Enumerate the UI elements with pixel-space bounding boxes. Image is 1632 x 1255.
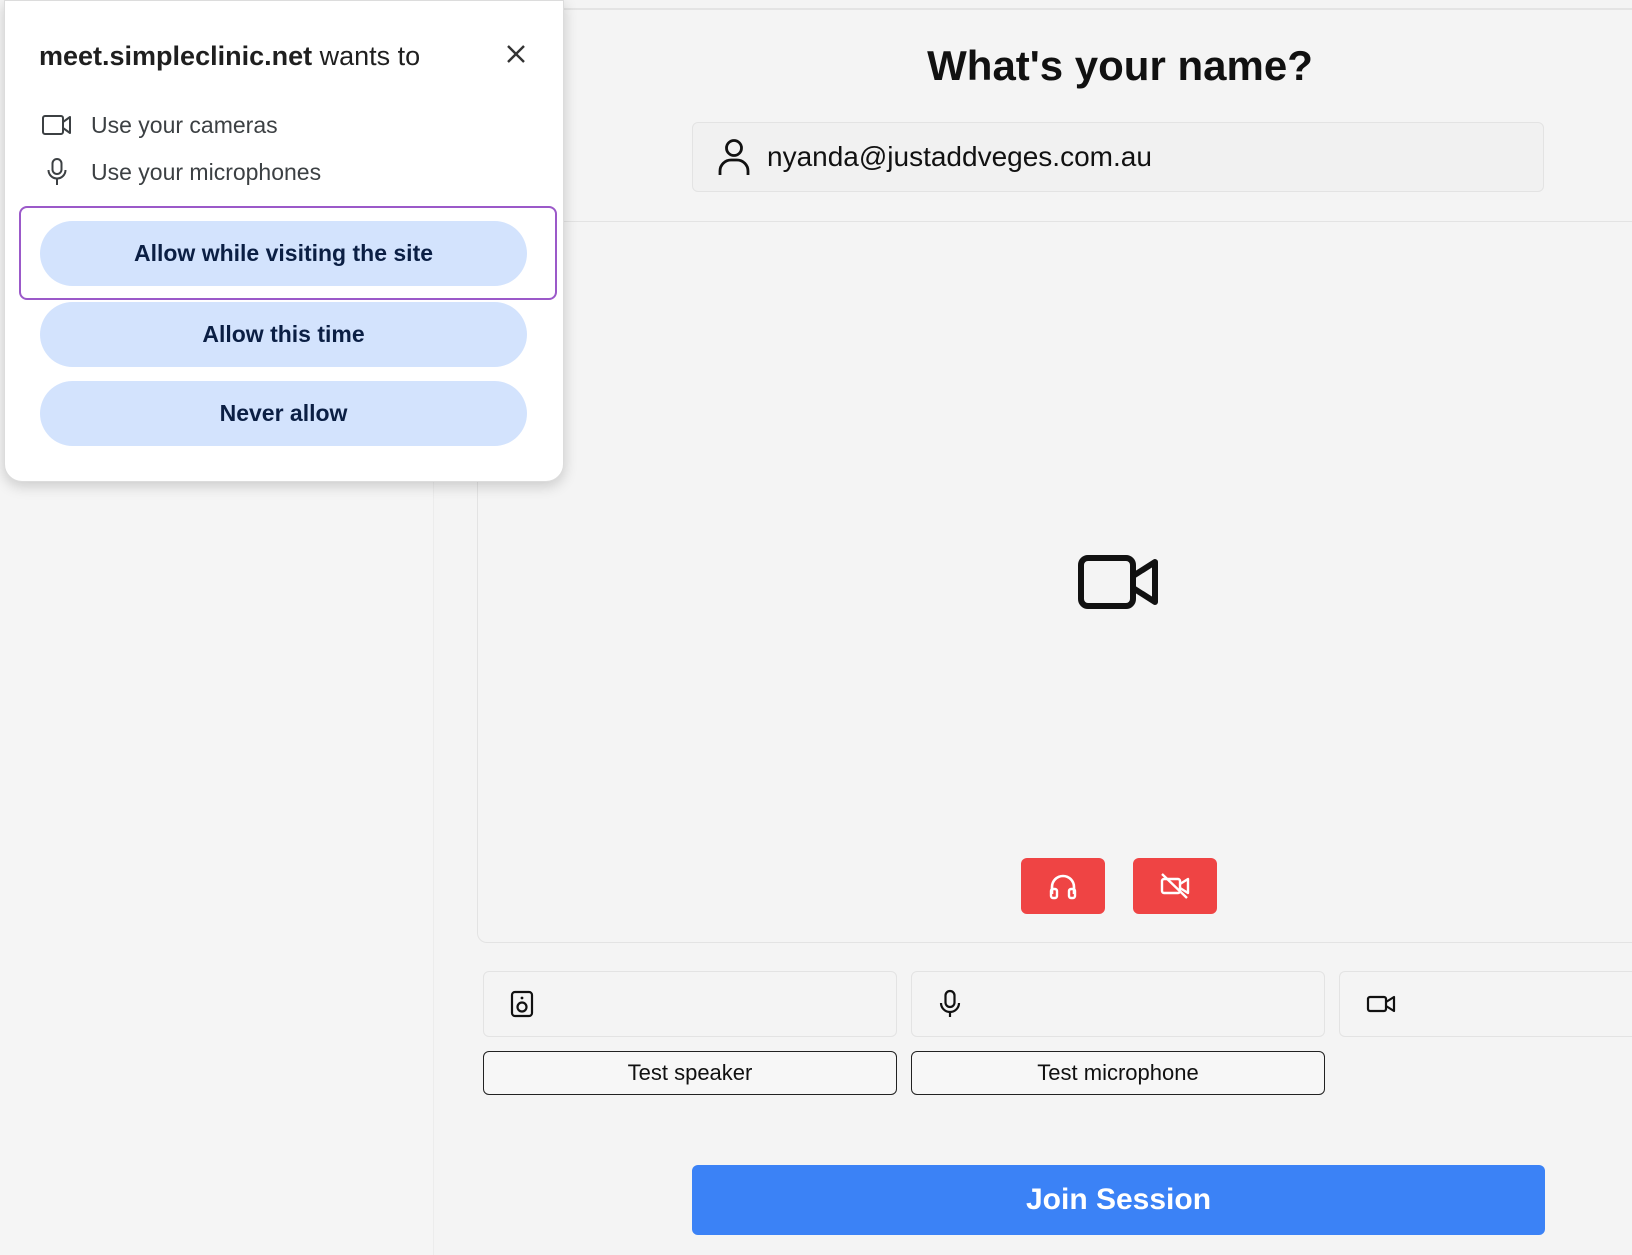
permission-camera-label: Use your cameras bbox=[91, 111, 278, 138]
person-icon bbox=[718, 139, 750, 175]
microphone-select[interactable] bbox=[911, 971, 1325, 1037]
never-allow-button[interactable]: Never allow bbox=[40, 381, 527, 446]
camera-select[interactable] bbox=[1339, 971, 1632, 1037]
join-session-button[interactable]: Join Session bbox=[692, 1165, 1545, 1235]
microphone-icon bbox=[41, 158, 73, 186]
test-microphone-button[interactable]: Test microphone bbox=[911, 1051, 1325, 1095]
audio-toggle-button[interactable] bbox=[1021, 858, 1105, 914]
video-camera-icon bbox=[1078, 555, 1158, 609]
test-speaker-button[interactable]: Test speaker bbox=[483, 1051, 897, 1095]
page-title: What's your name? bbox=[927, 42, 1313, 89]
video-preview bbox=[477, 221, 1632, 943]
microphone-icon bbox=[939, 989, 961, 1017]
popup-title: meet.simpleclinic.net wants to bbox=[39, 41, 420, 72]
permission-popup: meet.simpleclinic.net wants to Use your … bbox=[4, 0, 564, 482]
name-field[interactable] bbox=[692, 122, 1544, 192]
permission-microphone: Use your microphones bbox=[41, 158, 321, 186]
camera-icon bbox=[41, 111, 73, 139]
headphones-icon bbox=[1049, 874, 1077, 900]
speaker-icon bbox=[510, 990, 534, 1018]
video-off-icon bbox=[1160, 873, 1190, 899]
video-toggle-button[interactable] bbox=[1133, 858, 1217, 914]
allow-while-visiting-button[interactable]: Allow while visiting the site bbox=[40, 221, 527, 286]
popup-title-suffix: wants to bbox=[319, 41, 421, 71]
permission-camera: Use your cameras bbox=[41, 111, 278, 139]
allow-this-time-button[interactable]: Allow this time bbox=[40, 302, 527, 367]
speaker-select[interactable] bbox=[483, 971, 897, 1037]
permission-microphone-label: Use your microphones bbox=[91, 158, 322, 185]
popup-site: meet.simpleclinic.net bbox=[39, 41, 313, 71]
page: What's your name? nyanda@justaddveges.co… bbox=[0, 0, 1632, 1255]
camera-icon bbox=[1366, 995, 1396, 1013]
close-icon[interactable] bbox=[501, 39, 531, 69]
name-input[interactable] bbox=[765, 140, 1469, 174]
